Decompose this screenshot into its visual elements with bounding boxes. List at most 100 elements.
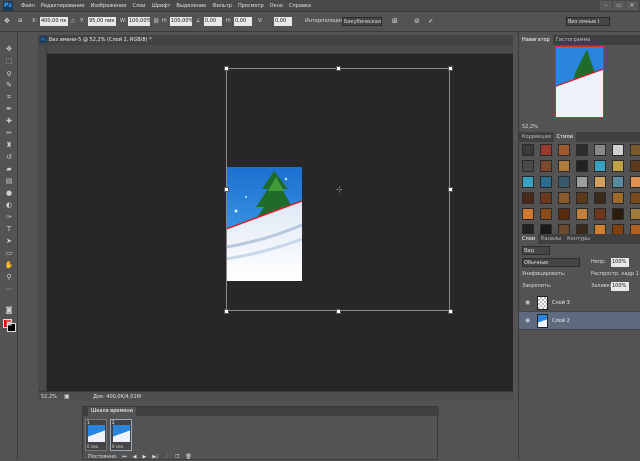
blur-tool-icon[interactable]: ● [3,188,15,199]
layer-row[interactable]: ◉ Слой 3 [519,294,640,312]
timeline-title[interactable]: Шкала времени [88,407,136,416]
style-swatch[interactable] [576,208,588,220]
visibility-eye-icon[interactable]: ◉ [525,299,530,306]
lasso-tool-icon[interactable]: ϙ [3,68,15,79]
link-icon[interactable]: ⛓ [153,17,159,26]
transform-center-icon[interactable]: ⊹ [336,186,343,194]
interpolation-select[interactable]: Бикубическая [342,17,382,26]
menu-help[interactable]: Справка [286,0,314,12]
style-swatch[interactable] [612,176,624,188]
style-swatch[interactable] [612,160,624,172]
style-swatch[interactable] [540,176,552,188]
style-swatch[interactable] [594,192,606,204]
menu-layers[interactable]: Слои [129,0,148,12]
style-swatch[interactable] [594,176,606,188]
menu-edit[interactable]: Редактирование [38,0,88,12]
tool-preset-icon[interactable]: ✥ [4,17,10,26]
transform-handle-bottom-left[interactable] [224,309,229,314]
document-tab[interactable]: Ps Без имени-5 @ 52,2% (Слой 2, RGB/8) * [38,35,513,45]
reference-point-icon[interactable]: ⊞ [18,17,22,26]
fill-field[interactable]: 100% [611,282,629,291]
healing-tool-icon[interactable]: ✚ [3,116,15,127]
tab-layers[interactable]: Слои [519,234,538,244]
blend-mode-select[interactable]: Обычные [522,258,580,267]
menu-file[interactable]: Файл [18,0,38,12]
menu-image[interactable]: Изображение [87,0,129,12]
style-swatch[interactable] [594,208,606,220]
layer-row-selected[interactable]: ◉ Слой 2 [519,312,640,330]
zoom-tool-icon[interactable]: ⚲ [3,272,15,283]
style-swatch[interactable] [522,192,534,204]
style-swatch[interactable] [630,192,640,204]
tab-paths[interactable]: Контуры [564,234,593,244]
menu-select[interactable]: Выделение [173,0,209,12]
tab-navigator[interactable]: Навигатор [519,35,553,45]
quick-select-tool-icon[interactable]: ✎ [3,80,15,91]
style-swatch[interactable] [594,144,606,156]
style-swatch[interactable] [630,208,640,220]
style-swatch[interactable] [630,144,640,156]
style-swatch[interactable] [540,144,552,156]
frame-delay[interactable]: 0 сек. [112,444,124,449]
animation-frame[interactable]: 1 0 сек. [85,419,107,451]
style-swatch[interactable] [558,208,570,220]
animation-frame[interactable]: 2 0 сек. [110,419,132,451]
visibility-eye-icon[interactable]: ◉ [525,317,530,324]
history-brush-tool-icon[interactable]: ↺ [3,152,15,163]
x-field[interactable]: 400,00 пк [40,17,68,26]
style-swatch[interactable] [612,208,624,220]
menu-filter[interactable]: Фильтр [209,0,235,12]
hand-tool-icon[interactable]: ✋ [3,260,15,271]
move-tool-icon[interactable]: ✥ [3,44,15,55]
tab-styles[interactable]: Стили [553,132,576,142]
style-swatch[interactable] [522,176,534,188]
commit-transform-icon[interactable]: ✓ [428,17,434,26]
workspace-select[interactable]: Виз омные I [566,17,610,26]
menu-type[interactable]: Шрифт [148,0,173,12]
transform-handle-bottom-right[interactable] [448,309,453,314]
shape-tool-icon[interactable]: ▭ [3,248,15,259]
tab-channels[interactable]: Каналы [538,234,564,244]
gradient-tool-icon[interactable]: ▤ [3,176,15,187]
more-tools-icon[interactable]: ⋯ [3,284,15,295]
brush-tool-icon[interactable]: ✏ [3,128,15,139]
tab-histogram[interactable]: Гистограмма [553,35,594,45]
propagate-label[interactable]: Распростр. кадр 1 [591,270,639,279]
document-info[interactable]: Док: 400,0K/4,01M [93,392,141,402]
style-swatch[interactable] [540,192,552,204]
minimize-button[interactable]: – [600,1,612,10]
style-swatch[interactable] [576,144,588,156]
menu-view[interactable]: Просмотр [235,0,267,12]
style-swatch[interactable] [558,192,570,204]
h-field[interactable]: 100,00% [170,17,192,26]
transform-handle-bottom[interactable] [336,309,341,314]
crop-tool-icon[interactable]: ⌗ [3,92,15,103]
style-swatch[interactable] [540,208,552,220]
style-swatch[interactable] [594,160,606,172]
path-select-tool-icon[interactable]: ➤ [3,236,15,247]
style-swatch[interactable] [522,144,534,156]
w-field[interactable]: 100,00% [128,17,150,26]
style-swatch[interactable] [576,176,588,188]
style-swatch[interactable] [576,192,588,204]
frame-delay[interactable]: 0 сек. [87,444,99,449]
eraser-tool-icon[interactable]: ▰ [3,164,15,175]
menu-window[interactable]: Окно [267,0,286,12]
layer-filter-kind[interactable]: Вид [522,246,550,255]
quick-mask-icon[interactable]: ◙ [3,305,15,316]
style-swatch[interactable] [558,160,570,172]
transform-handle-top-left[interactable] [224,66,229,71]
style-swatch[interactable] [558,176,570,188]
style-swatch[interactable] [540,160,552,172]
maximize-button[interactable]: ▭ [613,1,625,10]
v-skew-field[interactable]: 0,00 [274,17,292,26]
style-swatch[interactable] [558,144,570,156]
vertical-ruler[interactable] [38,45,47,391]
style-swatch[interactable] [612,144,624,156]
style-swatch[interactable] [522,208,534,220]
type-tool-icon[interactable]: T [3,224,15,235]
style-swatch[interactable] [630,176,640,188]
relative-icon[interactable]: △ [71,17,75,26]
style-swatch[interactable] [522,160,534,172]
stamp-tool-icon[interactable]: ♜ [3,140,15,151]
